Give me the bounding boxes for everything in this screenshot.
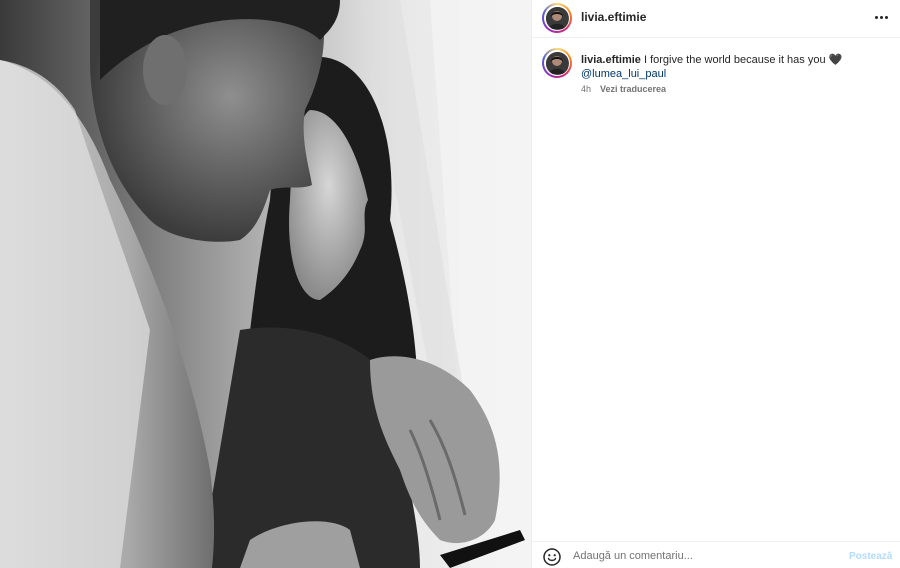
- caption-mention[interactable]: @lumea_lui_paul: [581, 68, 666, 80]
- post-comment-button[interactable]: Postează: [849, 551, 892, 562]
- caption-avatar[interactable]: [542, 48, 572, 78]
- more-horizontal-icon: [874, 15, 878, 19]
- author-username[interactable]: livia.eftimie: [581, 10, 646, 24]
- more-dot: [884, 15, 888, 19]
- post-image: [0, 0, 531, 568]
- avatar-image: [545, 6, 568, 29]
- post-sidebar: livia.eftimie livia.eftimie I forgive th…: [531, 0, 900, 568]
- caption-username[interactable]: livia.eftimie: [581, 54, 641, 66]
- black-heart-icon: 🖤: [828, 54, 843, 66]
- post-photo[interactable]: [0, 0, 531, 568]
- caption-meta: 4h Vezi traducerea: [581, 84, 666, 94]
- more-dot: [879, 15, 883, 19]
- caption-body: I forgive the world because it has you: [643, 54, 826, 66]
- post-time[interactable]: 4h: [581, 84, 591, 94]
- author-avatar[interactable]: [542, 3, 572, 33]
- see-translation-button[interactable]: Vezi traducerea: [600, 84, 666, 94]
- more-options-button[interactable]: [869, 8, 893, 26]
- comment-bar: Postează: [532, 541, 900, 568]
- avatar-image: [545, 51, 568, 74]
- post-header: livia.eftimie: [532, 0, 900, 38]
- comment-input[interactable]: [573, 547, 833, 565]
- emoji-smile-icon[interactable]: [543, 548, 561, 566]
- caption-text: livia.eftimie I forgive the world becaus…: [581, 53, 886, 81]
